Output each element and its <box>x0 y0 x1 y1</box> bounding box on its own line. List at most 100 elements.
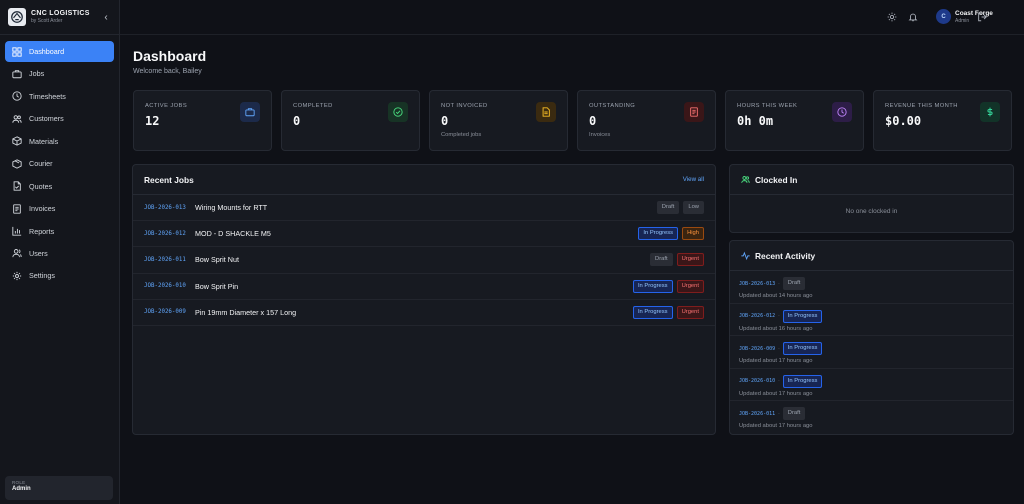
separator: · <box>778 345 780 352</box>
job-code[interactable]: JOB-2026-011 <box>739 411 775 417</box>
sidebar-item-label: Courier <box>29 159 53 169</box>
sidebar-item-jobs[interactable]: Jobs <box>5 63 114 84</box>
activity-timestamp: Updated about 17 hours ago <box>739 390 813 397</box>
stat-value: 0h 0m <box>737 114 774 128</box>
briefcase-icon <box>240 102 260 122</box>
sidebar-item-label: Dashboard <box>29 47 65 56</box>
status-badge: Draft <box>782 277 806 290</box>
sidebar-item-customers[interactable]: Customers <box>5 108 114 129</box>
sidebar-nav: Dashboard Jobs Timesheets Customers Mate… <box>0 35 119 286</box>
role-card: ROLE Admin <box>5 476 113 500</box>
chart-icon <box>12 226 22 236</box>
table-row[interactable]: JOB-2026-011 Bow Sprit Nut Draft Urgent <box>133 247 715 274</box>
separator: · <box>778 280 780 287</box>
sidebar: CNC LOGISTICS by Scott Arder ‹ Dashboard… <box>0 0 120 504</box>
stat-value: 0 <box>441 114 449 128</box>
list-item[interactable]: JOB-2026-011 · Draft Updated about 17 ho… <box>730 401 1013 434</box>
sidebar-item-quotes[interactable]: Quotes <box>5 176 114 197</box>
role-value: Admin <box>12 486 31 492</box>
list-item[interactable]: JOB-2026-012 · In Progress Updated about… <box>730 304 1013 336</box>
stat-card-active-jobs[interactable]: ACTIVE JOBS 12 <box>133 90 272 151</box>
job-code[interactable]: JOB-2026-010 <box>144 283 195 289</box>
separator: · <box>778 378 780 384</box>
sidebar-item-label: Invoices <box>29 204 56 214</box>
stat-card-not-invoiced[interactable]: NOT INVOICED 0 Completed jobs <box>429 90 568 151</box>
separator: · <box>778 410 780 417</box>
table-row[interactable]: JOB-2026-012 MOD - D SHACKLE M5 In Progr… <box>133 221 715 248</box>
recent-activity-header: Recent Activity <box>730 241 1013 271</box>
dollar-icon <box>980 102 1000 122</box>
stat-card-outstanding[interactable]: OUTSTANDING 0 Invoices <box>577 90 716 151</box>
page-subtitle: Welcome back, Bailey <box>133 68 202 75</box>
priority-badge: Low <box>683 201 704 215</box>
priority-badge: Urgent <box>676 253 704 267</box>
stat-label: HOURS THIS WEEK <box>737 103 798 109</box>
activity-timestamp: Updated about 17 hours ago <box>739 423 813 429</box>
job-code[interactable]: JOB-2026-012 <box>144 231 195 237</box>
recent-jobs-panel: Recent Jobs View all JOB-2026-013 Wiring… <box>132 164 716 435</box>
recent-jobs-header: Recent Jobs View all <box>133 165 715 195</box>
clock-icon <box>832 102 852 122</box>
collapse-sidebar-icon[interactable]: ‹ <box>101 12 111 23</box>
sidebar-item-invoices[interactable]: Invoices <box>5 198 114 219</box>
brand-name: CNC LOGISTICS <box>31 10 90 17</box>
clocked-in-title: Clocked In <box>755 174 798 185</box>
job-code[interactable]: JOB-2026-009 <box>144 309 195 315</box>
status-badge: In Progress <box>632 279 673 293</box>
stat-label: NOT INVOICED <box>441 103 488 109</box>
sidebar-item-timesheets[interactable]: Timesheets <box>5 86 114 107</box>
sidebar-item-label: Settings <box>29 271 55 281</box>
bell-icon[interactable] <box>908 12 918 22</box>
stat-card-hours-this-week[interactable]: HOURS THIS WEEK 0h 0m <box>725 90 864 151</box>
sidebar-item-settings[interactable]: Settings <box>5 265 114 286</box>
sidebar-item-materials[interactable]: Materials <box>5 131 114 152</box>
sidebar-item-reports[interactable]: Reports <box>5 221 114 242</box>
job-code[interactable]: JOB-2026-013 <box>144 205 195 211</box>
job-code[interactable]: JOB-2026-012 <box>739 313 775 319</box>
recent-jobs-title: Recent Jobs <box>144 174 194 185</box>
table-row[interactable]: JOB-2026-013 Wiring Mounts for RTT Draft… <box>133 195 715 222</box>
clock-icon <box>12 91 22 101</box>
stat-subtext: Invoices <box>589 132 611 138</box>
clocked-in-empty-state: No one clocked in <box>845 208 898 215</box>
list-item[interactable]: JOB-2026-010 · In Progress Updated about… <box>730 369 1013 401</box>
company-logo <box>8 8 26 26</box>
document-icon <box>13 181 21 191</box>
stat-value: $0.00 <box>885 114 922 128</box>
logout-icon[interactable] <box>977 12 987 22</box>
users-icon <box>741 176 750 183</box>
avatar[interactable]: C <box>936 9 951 24</box>
list-item[interactable]: JOB-2026-013 · Draft Updated about 14 ho… <box>730 271 1013 304</box>
brand-header: CNC LOGISTICS by Scott Arder ‹ <box>0 0 119 35</box>
status-badge: Draft <box>650 253 673 267</box>
sidebar-item-users[interactable]: Users <box>5 243 114 264</box>
table-row[interactable]: JOB-2026-009 Pin 19mm Diameter x 157 Lon… <box>133 300 715 326</box>
job-code[interactable]: JOB-2026-013 <box>739 281 775 287</box>
list-item[interactable]: JOB-2026-009 · In Progress Updated about… <box>730 336 1013 369</box>
status-badge: In Progress <box>782 342 823 355</box>
sidebar-item-dashboard[interactable]: Dashboard <box>5 41 114 62</box>
job-name: Wiring Mounts for RTT <box>195 203 268 213</box>
sidebar-item-label: Materials <box>29 136 59 146</box>
users-icon <box>12 115 22 123</box>
job-code[interactable]: JOB-2026-010 <box>739 378 775 384</box>
sidebar-item-label: Customers <box>29 114 64 124</box>
job-code[interactable]: JOB-2026-009 <box>739 346 775 352</box>
job-name: Bow Sprit Nut <box>195 255 239 265</box>
view-all-link[interactable]: View all <box>683 176 704 183</box>
sidebar-item-label: Reports <box>29 226 55 236</box>
stat-value: 0 <box>293 114 301 128</box>
sun-icon[interactable] <box>887 12 897 22</box>
status-badge: In Progress <box>782 309 823 323</box>
table-row[interactable]: JOB-2026-010 Bow Sprit Pin In Progress U… <box>133 274 715 300</box>
stat-card-completed[interactable]: COMPLETED 0 <box>281 90 420 151</box>
page-title: Dashboard <box>133 48 207 64</box>
sidebar-item-courier[interactable]: Courier <box>5 153 114 174</box>
stat-card-revenue-this-month[interactable]: REVENUE THIS MONTH $0.00 <box>873 90 1012 151</box>
user-name[interactable]: Coast Forge <box>955 10 993 17</box>
document-icon <box>536 102 556 122</box>
status-badge: In Progress <box>782 374 823 388</box>
job-code[interactable]: JOB-2026-011 <box>144 257 195 263</box>
topbar: C Coast Forge Admin <box>120 0 1024 35</box>
stat-label: COMPLETED <box>293 103 333 109</box>
